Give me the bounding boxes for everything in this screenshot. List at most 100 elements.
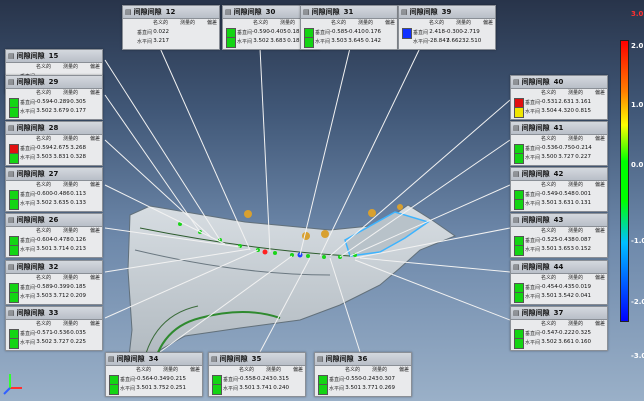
card-header[interactable]: ▤ 间隙间隙 43 <box>511 214 607 227</box>
scale-tick: -2.0 <box>631 298 644 306</box>
measurement-value: 4.320 <box>558 108 574 114</box>
gap-measurement-card[interactable]: ▤间隙间隙29名义的测量的偏差垂直间隙-0.594-0.2890.305水平间隙… <box>5 75 103 120</box>
card-header[interactable]: ▤ 间隙间隙 29 <box>6 76 102 89</box>
card-title: 间隙间隙 <box>521 263 550 271</box>
card-number: 44 <box>553 263 564 271</box>
measurement-value: -0.435 <box>557 284 575 290</box>
measurement-row: 水平间隙3.5013.7140.213 <box>20 245 101 253</box>
gap-measurement-card[interactable]: ▤间隙间隙36名义的测量的偏差垂直间隙-0.550-0.2430.307水平间隙… <box>314 352 412 397</box>
scale-tick: -1.0 <box>631 237 644 245</box>
measurement-value: 3.631 <box>558 200 574 206</box>
card-header[interactable]: ▤ 间隙间隙 39 <box>399 6 495 19</box>
measurement-value: 3.727 <box>558 154 574 160</box>
card-header[interactable]: ▤ 间隙间隙 36 <box>315 353 411 366</box>
gap-measure-icon: ▤ <box>8 309 15 317</box>
measurement-row: 垂直间隙-0.454-0.4350.019 <box>525 283 606 291</box>
gap-measure-icon: ▤ <box>513 216 520 224</box>
card-header[interactable]: ▤ 间隙间隙 12 <box>123 6 219 19</box>
column-headers: 名义的 测量的 偏差 <box>541 135 605 143</box>
card-header[interactable]: ▤ 间隙间隙 44 <box>511 261 607 274</box>
card-header[interactable]: ▤ 间隙间隙 28 <box>6 122 102 135</box>
measurement-value: -0.531 <box>540 99 558 105</box>
measurement-value: 0.176 <box>365 29 381 35</box>
measurement-value: -0.571 <box>35 330 53 336</box>
card-header[interactable]: ▤ 间隙间隙 41 <box>511 122 607 135</box>
measurement-row: 垂直间隙-0.525-0.4380.087 <box>525 236 606 244</box>
measurement-value: -0.399 <box>52 284 70 290</box>
gap-measurement-card[interactable]: ▤间隙间隙35名义的测量的偏差垂直间隙-0.558-0.2430.315水平间隙… <box>208 352 306 397</box>
card-header[interactable]: ▤ 间隙间隙 42 <box>511 168 607 181</box>
measurement-value: 3.831 <box>53 154 69 160</box>
status-swatch <box>109 384 119 395</box>
card-header[interactable]: ▤ 间隙间隙 31 <box>301 6 397 19</box>
card-title: 间隙间隙 <box>409 8 438 16</box>
card-title: 间隙间隙 <box>16 309 45 317</box>
card-header[interactable]: ▤ 间隙间隙 35 <box>209 353 305 366</box>
gap-measurement-card[interactable]: ▤间隙间隙31名义的测量的偏差垂直间隙-0.585-0.4100.176水平间隙… <box>300 5 398 50</box>
column-header: 偏差 <box>594 182 605 188</box>
measurement-value: 3.741 <box>256 385 272 391</box>
row-label: 垂直间隙 <box>525 99 540 106</box>
column-header: 名义的 <box>541 275 557 281</box>
status-swatch <box>9 107 19 118</box>
column-headers: 名义的 测量的 偏差 <box>541 181 605 189</box>
row-label: 水平间隙 <box>20 339 35 346</box>
card-number: 15 <box>48 52 59 60</box>
card-header[interactable]: ▤ 间隙间隙 15 <box>6 50 102 63</box>
measurement-value: -0.536 <box>52 330 70 336</box>
gap-measurement-card[interactable]: ▤间隙间隙32名义的测量的偏差垂直间隙-0.589-0.3990.185水平间隙… <box>5 260 103 305</box>
gap-measurement-card[interactable]: ▤间隙间隙39名义的测量的偏差垂直间隙2.418-0.300-2.719水平间隙… <box>398 5 496 50</box>
measurement-row: 垂直间隙-0.5312.6313.161 <box>525 98 606 106</box>
card-number: 29 <box>48 78 59 86</box>
column-header: 测量的 <box>455 20 471 26</box>
measurement-row: 水平间隙3.5023.6790.177 <box>20 107 101 115</box>
card-header[interactable]: ▤ 间隙间隙 37 <box>511 307 607 320</box>
measurement-value: 3.502 <box>541 339 557 345</box>
gap-measurement-card[interactable]: ▤间隙间隙44名义的测量的偏差垂直间隙-0.454-0.4350.019水平间隙… <box>510 260 608 305</box>
measurement-value: 0.022 <box>153 29 169 35</box>
gap-measurement-card[interactable]: ▤间隙间隙40名义的测量的偏差垂直间隙-0.5312.6313.161水平间隙3… <box>510 75 608 120</box>
gap-measurement-card[interactable]: ▤间隙间隙33名义的测量的偏差垂直间隙-0.571-0.5360.035水平间隙… <box>5 306 103 351</box>
gap-measurement-card[interactable]: ▤间隙间隙41名义的测量的偏差垂直间隙-0.536-0.750-0.214水平间… <box>510 121 608 166</box>
measurement-value: 0.019 <box>575 284 591 290</box>
status-swatch <box>212 384 222 395</box>
gap-measurement-card[interactable]: ▤间隙间隙37名义的测量的偏差垂直间隙-0.547-0.2220.325水平间隙… <box>510 306 608 351</box>
measurement-value: 32.510 <box>462 38 482 44</box>
column-header: 名义的 <box>36 321 52 327</box>
card-title: 间隙间隙 <box>521 216 550 224</box>
gap-measure-icon: ▤ <box>303 8 310 16</box>
gap-measurement-card[interactable]: ▤间隙间隙34名义的测量的偏差垂直间隙-0.564-0.3490.215水平间隙… <box>105 352 203 397</box>
gap-measurement-card[interactable]: ▤间隙间隙12名义的测量的偏差垂直间隙0.022水平间隙3.217 <box>122 5 220 50</box>
card-header[interactable]: ▤ 间隙间隙 33 <box>6 307 102 320</box>
card-header[interactable]: ▤ 间隙间隙 26 <box>6 214 102 227</box>
status-swatch <box>304 37 314 48</box>
column-header: 名义的 <box>429 20 445 26</box>
card-header[interactable]: ▤ 间隙间隙 27 <box>6 168 102 181</box>
column-header: 偏差 <box>89 275 100 281</box>
measurement-value: 3.161 <box>575 99 591 105</box>
measurement-value: 0.160 <box>575 339 591 345</box>
row-label: 水平间隙 <box>20 293 35 300</box>
measurement-value: 0.001 <box>575 191 591 197</box>
measurement-value: 3.683 <box>270 38 286 44</box>
gap-measurement-card[interactable]: ▤间隙间隙42名义的测量的偏差垂直间隙-0.549-0.5480.001水平间隙… <box>510 167 608 212</box>
fixture-pin <box>321 230 329 238</box>
card-number: 43 <box>553 216 564 224</box>
card-header[interactable]: ▤ 间隙间隙 34 <box>106 353 202 366</box>
measurement-row: 垂直间隙-0.550-0.2430.307 <box>329 375 410 383</box>
card-title: 间隙间隙 <box>219 355 248 363</box>
gap-measurement-card[interactable]: ▤间隙间隙27名义的测量的偏差垂直间隙-0.600-0.4860.113水平间隙… <box>5 167 103 212</box>
column-header: 测量的 <box>265 367 281 373</box>
column-header: 名义的 <box>36 228 52 234</box>
column-headers: 名义的 测量的 偏差 <box>36 181 100 189</box>
column-header: 测量的 <box>567 182 583 188</box>
card-header[interactable]: ▤ 间隙间隙 32 <box>6 261 102 274</box>
row-label: 垂直间隙 <box>315 29 330 36</box>
gap-measurement-card[interactable]: ▤间隙间隙28名义的测量的偏差垂直间隙-0.5942.6753.268水平间隙3… <box>5 121 103 166</box>
column-header: 测量的 <box>179 20 195 26</box>
gap-measurement-card[interactable]: ▤间隙间隙26名义的测量的偏差垂直间隙-0.604-0.4780.126水平间隙… <box>5 213 103 258</box>
measurement-value: -0.547 <box>540 330 558 336</box>
card-header[interactable]: ▤ 间隙间隙 40 <box>511 76 607 89</box>
measurement-value: 3.645 <box>348 38 364 44</box>
gap-measurement-card[interactable]: ▤间隙间隙43名义的测量的偏差垂直间隙-0.525-0.4380.087水平间隙… <box>510 213 608 258</box>
